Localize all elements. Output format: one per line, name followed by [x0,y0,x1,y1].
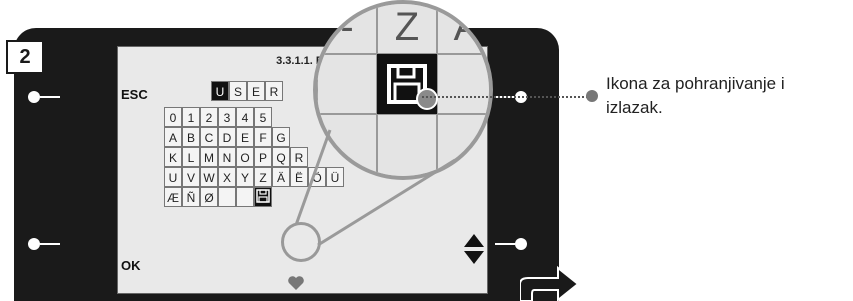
callout-pointer-line [422,96,592,98]
arrow-right-icon [520,265,580,301]
device-illustration: 3.3.1.1. EDIT NA ESC OK U S E R 0 1 2 3 … [0,0,580,301]
magnifier-connector [294,129,456,247]
callout-text: Ikona za pohranjivanje i izlazak. [606,72,846,120]
callout-line-1: Ikona za pohranjivanje i [606,74,785,93]
callout-pointer-dot [586,90,598,102]
callout-line-2: izlazak. [606,98,663,117]
step-badge: 2 [6,40,44,74]
